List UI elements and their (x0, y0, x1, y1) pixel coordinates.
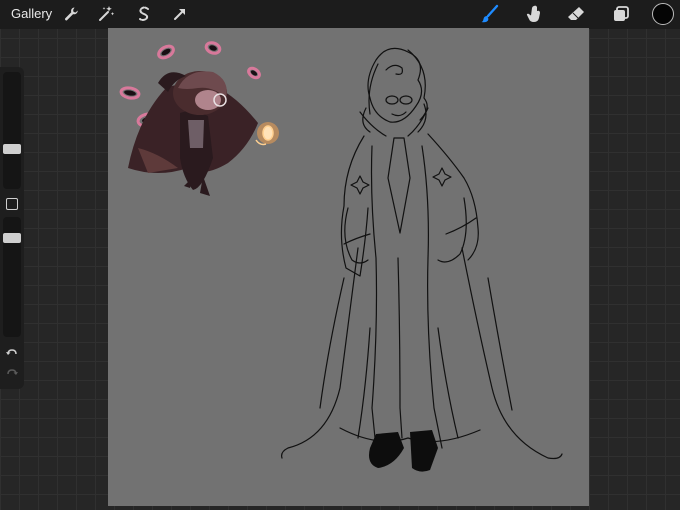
top-toolbar: Gallery (0, 0, 680, 29)
character-sketch (281, 47, 563, 460)
brush-size-handle[interactable] (3, 143, 21, 154)
magic-wand-icon[interactable] (96, 4, 116, 24)
selection-icon[interactable] (134, 4, 154, 24)
redo-icon[interactable] (5, 367, 19, 381)
brush-icon[interactable] (480, 4, 500, 24)
layers-icon[interactable] (611, 4, 631, 24)
opacity-handle[interactable] (3, 233, 21, 243)
brush-size-slider[interactable] (3, 72, 21, 189)
wrench-icon[interactable] (61, 4, 81, 24)
gallery-button[interactable]: Gallery (11, 6, 52, 21)
eraser-icon[interactable] (566, 4, 586, 24)
undo-icon[interactable] (5, 347, 19, 361)
left-sidebar (0, 67, 24, 389)
transform-arrow-icon[interactable] (170, 4, 190, 24)
drawing-canvas[interactable] (108, 28, 589, 506)
sketch-boots (369, 430, 438, 472)
color-swatch[interactable] (652, 3, 674, 25)
modify-square-icon[interactable] (6, 198, 18, 210)
smudge-icon[interactable] (523, 4, 543, 24)
chibi-character-illustration (119, 41, 279, 196)
